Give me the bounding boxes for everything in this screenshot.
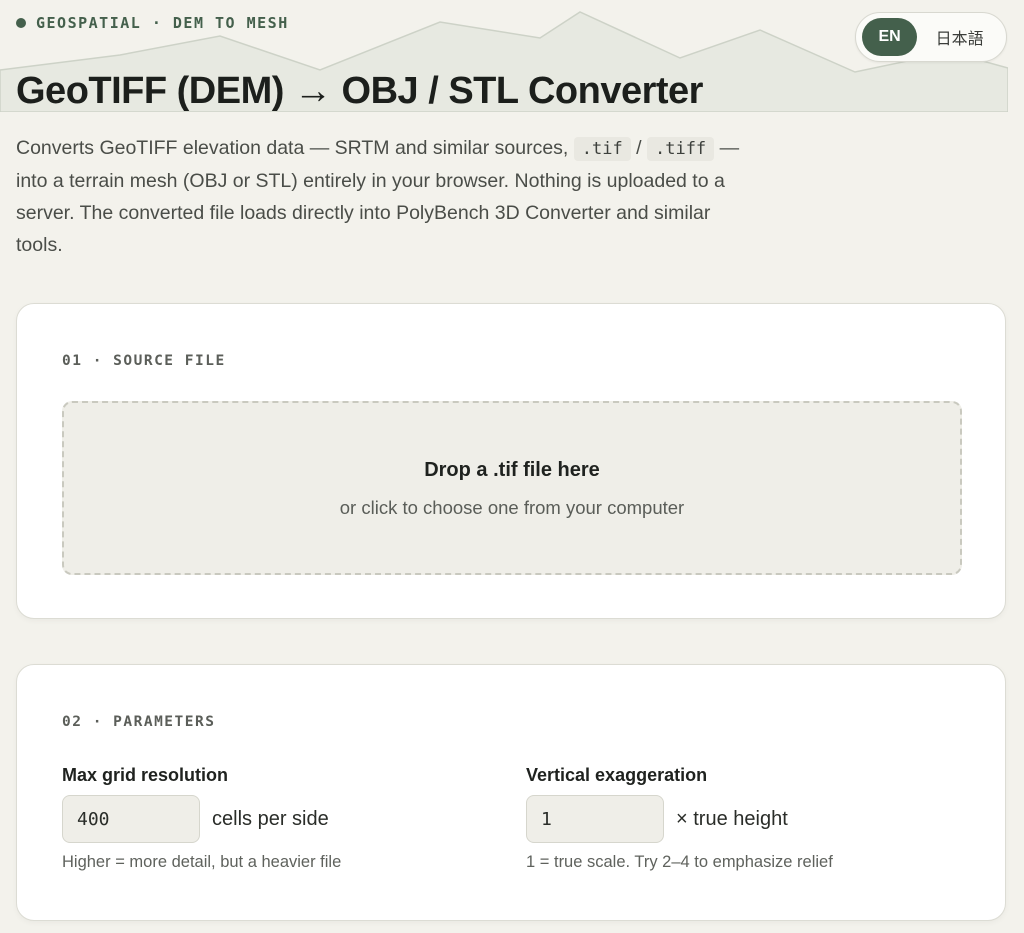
- vertical-exaggeration-field: Vertical exaggeration × true height 1 = …: [526, 765, 833, 872]
- eyebrow: GEOSPATIAL · DEM TO MESH: [16, 14, 289, 32]
- parameters-card: 02 · PARAMETERS Max grid resolution cell…: [16, 664, 1006, 921]
- ext-tiff-code: .tiff: [646, 137, 715, 161]
- vertical-exaggeration-label: Vertical exaggeration: [526, 765, 708, 785]
- grid-resolution-label: Max grid resolution: [62, 765, 229, 785]
- grid-resolution-hint: Higher = more detail, but a heavier file: [62, 853, 342, 871]
- lang-option-ja[interactable]: 日本語: [917, 18, 1002, 56]
- vertical-exaggeration-unit: × true height: [676, 807, 788, 830]
- dropzone-title: Drop a .tif file here: [424, 459, 600, 481]
- ext-tif-code: .tif: [573, 137, 631, 161]
- status-dot-icon: [16, 18, 26, 28]
- intro-part-1: Converts GeoTIFF elevation data — SRTM a…: [16, 137, 574, 159]
- section-label-source: 01 · SOURCE FILE: [62, 353, 226, 369]
- language-toggle: EN 日本語: [855, 12, 1007, 62]
- file-dropzone[interactable]: Drop a .tif file here or click to choose…: [62, 401, 962, 575]
- page-title: GeoTIFF (DEM) → OBJ / STL Converter: [16, 70, 703, 112]
- source-file-card: 01 · SOURCE FILE Drop a .tif file here o…: [16, 303, 1006, 619]
- grid-resolution-field: Max grid resolution cells per side Highe…: [62, 765, 341, 872]
- dropzone-subtitle: or click to choose one from your compute…: [339, 497, 685, 518]
- grid-resolution-input[interactable]: [62, 795, 200, 843]
- vertical-exaggeration-input[interactable]: [526, 795, 664, 843]
- page: GEOSPATIAL · DEM TO MESH EN 日本語 GeoTIFF …: [0, 0, 1024, 933]
- intro-slash: /: [630, 137, 647, 159]
- eyebrow-text: GEOSPATIAL · DEM TO MESH: [36, 14, 289, 32]
- vertical-exaggeration-row: × true height: [526, 795, 833, 843]
- section-label-parameters: 02 · PARAMETERS: [62, 714, 216, 730]
- grid-resolution-row: cells per side: [62, 795, 341, 843]
- grid-resolution-unit: cells per side: [212, 807, 329, 830]
- vertical-exaggeration-hint: 1 = true scale. Try 2–4 to emphasize rel…: [526, 853, 833, 871]
- intro-text: Converts GeoTIFF elevation data — SRTM a…: [16, 132, 756, 261]
- lang-option-en[interactable]: EN: [862, 18, 918, 56]
